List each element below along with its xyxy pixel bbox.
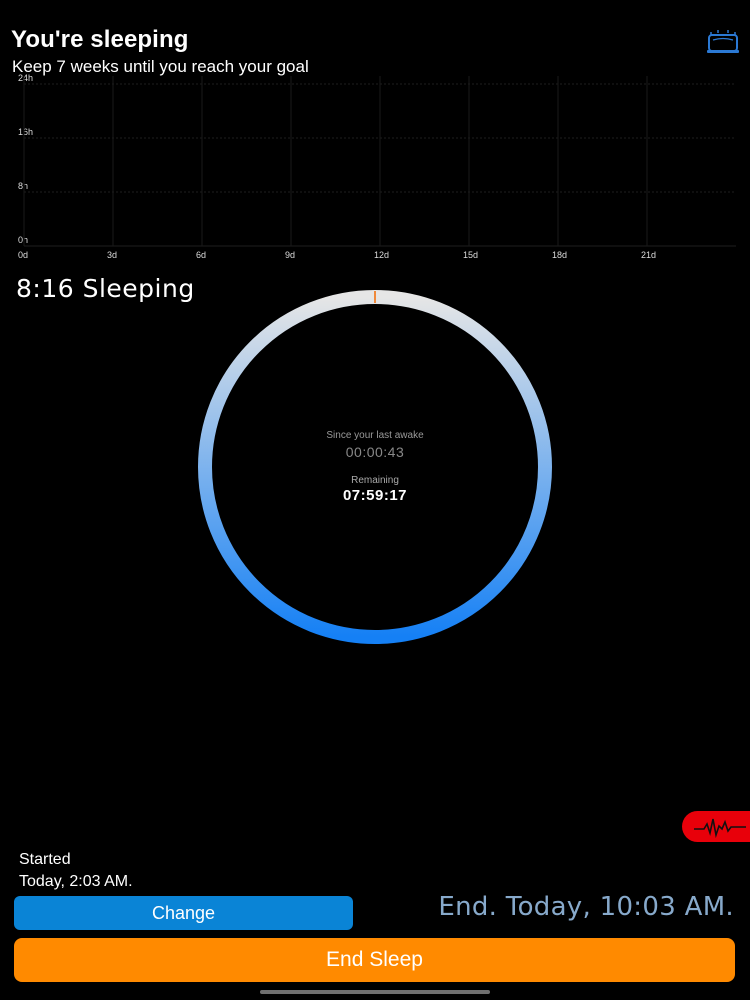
sleep-timer-ring: Since your last awake 00:00:43 Remaining…	[196, 288, 554, 646]
chart-x-tick-label: 3d	[107, 250, 117, 260]
chart-y-tick-label: 8h	[18, 181, 28, 191]
chart-y-tick-label: 0h	[18, 235, 28, 245]
change-button[interactable]: Change	[14, 896, 353, 930]
chart-x-tick-label: 12d	[374, 250, 389, 260]
ring-progress-marker	[374, 291, 376, 303]
home-indicator	[260, 990, 490, 994]
since-last-awake-label: Since your last awake	[326, 430, 424, 441]
header-title: You're sleeping	[11, 26, 189, 53]
chart-y-tick-label: 24h	[18, 74, 33, 83]
chart-x-tick-label: 18d	[552, 250, 567, 260]
end-time: End. Today, 10:03 AM.	[438, 892, 734, 922]
sleep-summary: 8:16 Sleeping	[16, 274, 195, 303]
sleep-history-chart: 0h 8h 16h 24h 0d 3d 6d 9d 12d 15d 18d 21d	[0, 73, 750, 264]
heart-rate-badge[interactable]	[682, 811, 750, 842]
remaining-value: 07:59:17	[342, 487, 408, 504]
since-last-awake-value: 00:00:43	[345, 444, 405, 460]
chart-x-tick-label: 6d	[196, 250, 206, 260]
started-value: Today, 2:03 AM.	[19, 873, 133, 890]
end-sleep-button[interactable]: End Sleep	[14, 938, 735, 982]
heartbeat-icon	[694, 818, 746, 839]
chart-x-tick-label: 0d	[18, 250, 28, 260]
remaining-label: Remaining	[351, 475, 399, 486]
chart-x-tick-label: 9d	[285, 250, 295, 260]
started-label: Started	[19, 851, 71, 868]
chart-y-tick-label: 16h	[18, 127, 33, 137]
chart-x-tick-label: 21d	[641, 250, 656, 260]
chart-x-tick-label: 15d	[463, 250, 478, 260]
pillow-icon[interactable]	[706, 27, 740, 55]
ring-track	[198, 290, 552, 644]
